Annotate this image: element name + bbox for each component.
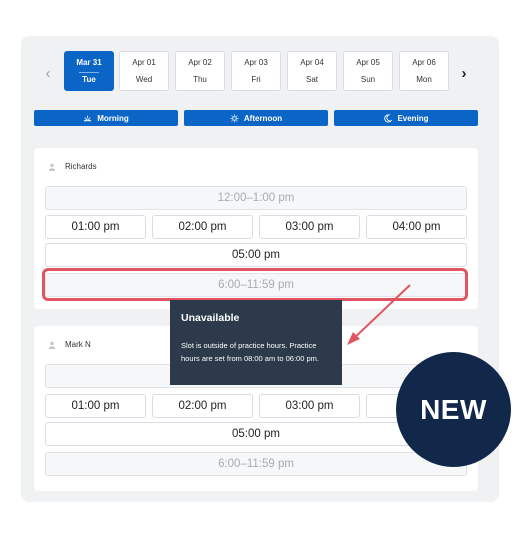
unavailable-slot-highlight [42, 268, 468, 301]
date-label: Apr 02 [188, 58, 212, 67]
user-icon [48, 163, 56, 171]
day-label: Mon [416, 75, 432, 84]
date-apr-02[interactable]: Apr 02 Thu [175, 51, 225, 91]
date-apr-04[interactable]: Apr 04 Sat [287, 51, 337, 91]
staff-name: Richards [65, 162, 97, 171]
date-divider [79, 72, 99, 73]
staff-name: Mark N [65, 340, 91, 349]
staff-header: Mark N [48, 340, 91, 349]
date-label: Apr 01 [132, 58, 156, 67]
time-slot[interactable]: 04:00 pm [366, 215, 467, 239]
time-slot[interactable]: 01:00 pm [45, 394, 146, 418]
time-slot[interactable]: 02:00 pm [152, 215, 253, 239]
staff-header: Richards [48, 162, 97, 171]
sun-icon [230, 113, 239, 123]
afternoon-tab[interactable]: Afternoon [184, 110, 328, 126]
day-label: Sat [305, 75, 318, 84]
date-apr-01[interactable]: Apr 01 Wed [119, 51, 169, 91]
date-label: Apr 03 [244, 58, 268, 67]
morning-label: Morning [97, 113, 129, 123]
day-label: Wed [135, 75, 153, 84]
date-label: Apr 06 [412, 58, 436, 67]
time-slot[interactable]: 03:00 pm [259, 215, 360, 239]
time-slot[interactable]: 05:00 pm [45, 243, 467, 267]
time-slot-unavailable: 6:00–11:59 pm [45, 452, 467, 476]
day-label: Sun [360, 75, 376, 84]
morning-tab[interactable]: Morning [34, 110, 178, 126]
date-mar-31[interactable]: Mar 31 Tue [64, 51, 114, 91]
day-label: Fri [251, 75, 261, 84]
moon-icon [384, 113, 393, 123]
date-label: Apr 04 [300, 58, 324, 67]
afternoon-label: Afternoon [243, 113, 283, 123]
unavailable-tooltip: Unavailable Slot is outside of practice … [170, 300, 342, 385]
time-slot[interactable]: 01:00 pm [45, 215, 146, 239]
date-apr-05[interactable]: Apr 05 Sun [343, 51, 393, 91]
tooltip-title: Unavailable [181, 312, 240, 324]
evening-label: Evening [397, 113, 429, 123]
next-dates-arrow-icon[interactable]: › [457, 66, 471, 82]
time-slot-unavailable: 12:00–1:00 pm [45, 186, 467, 210]
date-apr-03[interactable]: Apr 03 Fri [231, 51, 281, 91]
day-label: Thu [193, 75, 207, 84]
evening-tab[interactable]: Evening [334, 110, 478, 126]
sunrise-icon [84, 115, 92, 121]
date-label: Apr 05 [356, 58, 380, 67]
previous-dates-arrow-icon[interactable]: ‹ [41, 66, 55, 82]
user-icon [48, 341, 56, 349]
time-slot[interactable]: 03:00 pm [259, 394, 360, 418]
new-badge: NEW [396, 352, 511, 467]
time-slot[interactable]: 02:00 pm [152, 394, 253, 418]
date-label: Mar 31 [76, 58, 102, 67]
date-apr-06[interactable]: Apr 06 Mon [399, 51, 449, 91]
day-label: Tue [82, 75, 96, 84]
tooltip-text: Slot is outside of practice hours. Pract… [181, 341, 319, 363]
